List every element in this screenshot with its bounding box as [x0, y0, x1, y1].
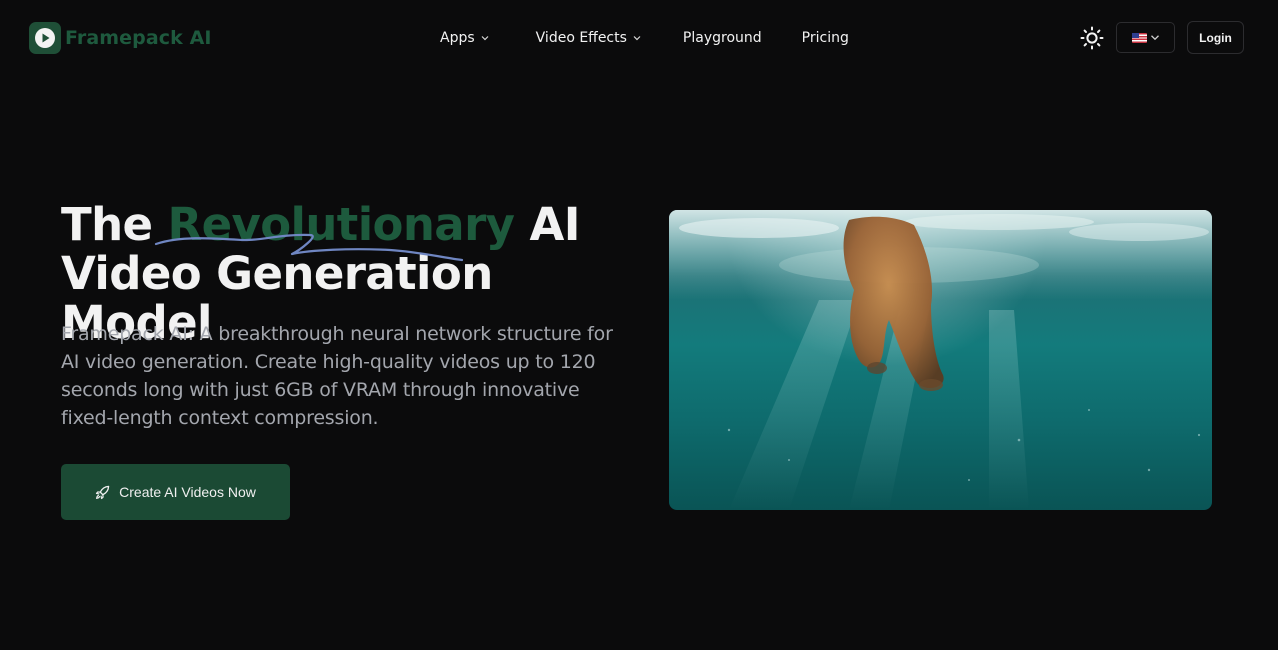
us-flag-icon	[1131, 32, 1147, 43]
nav-item-label: Playground	[682, 30, 762, 46]
login-button[interactable]: Login	[1187, 21, 1244, 54]
site-header: Framepack AI Apps Video Effects Playgrou…	[0, 0, 1278, 76]
brand-name: Framepack AI	[65, 27, 212, 49]
rocket-icon	[96, 485, 110, 499]
main-nav: Apps Video Effects Playground Pricing	[440, 28, 849, 48]
hero-title-accent: Revolutionary	[167, 198, 515, 251]
nav-item-label: Video Effects	[535, 30, 627, 46]
nav-item-playground[interactable]: Playground	[683, 30, 762, 46]
brand-link[interactable]: Framepack AI	[29, 22, 212, 54]
cta-label: Create AI Videos Now	[119, 484, 256, 500]
nav-item-apps[interactable]: Apps	[440, 30, 489, 46]
theme-toggle-button[interactable]	[1080, 26, 1104, 50]
nav-item-video-effects[interactable]: Video Effects	[536, 30, 641, 46]
nav-item-label: Pricing	[801, 30, 849, 46]
nav-item-pricing[interactable]: Pricing	[802, 30, 849, 46]
sun-icon	[1080, 26, 1104, 50]
create-ai-videos-button[interactable]: Create AI Videos Now	[61, 464, 290, 520]
underwater-bear-video-frame	[669, 210, 1212, 510]
chevron-down-icon	[481, 36, 489, 41]
hero-title-prefix: The	[61, 198, 168, 251]
nav-item-label: Apps	[440, 30, 475, 46]
hero-description: Framepack AI: A breakthrough neural netw…	[61, 323, 613, 429]
language-select[interactable]	[1116, 22, 1175, 53]
hero-title-suffix: AI	[514, 198, 580, 251]
hero-video-player[interactable]	[669, 210, 1212, 510]
play-logo-icon	[29, 22, 61, 54]
chevron-down-icon	[633, 36, 641, 41]
chevron-down-icon	[1150, 35, 1159, 41]
